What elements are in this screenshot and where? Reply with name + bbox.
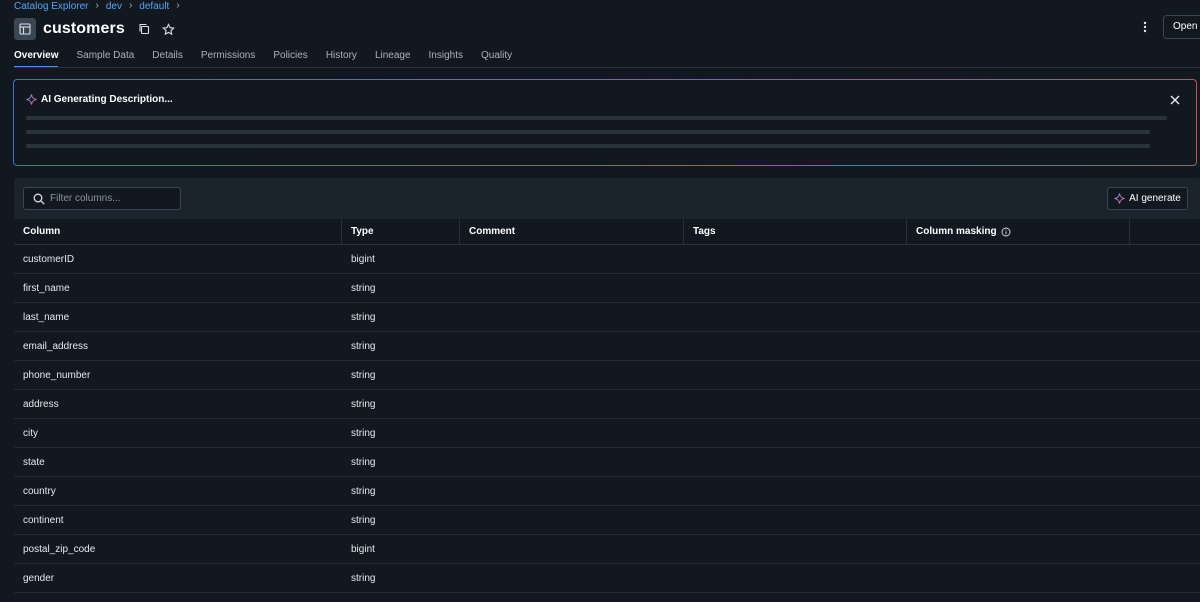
loading-skeleton-line	[26, 130, 1150, 134]
column-type-cell: string	[351, 282, 376, 294]
column-type-cell: bigint	[351, 543, 375, 555]
page-title: customers	[43, 20, 125, 37]
column-type-cell: bigint	[351, 253, 375, 265]
column-name-cell: city	[23, 427, 38, 439]
table-row[interactable]: city string	[14, 419, 1200, 448]
column-name-cell: country	[23, 485, 56, 497]
tab-sample-data[interactable]: Sample Data	[76, 50, 134, 67]
tab-policies[interactable]: Policies	[273, 50, 307, 67]
header-column[interactable]: Column	[14, 218, 342, 245]
ai-generate-label: AI generate	[1129, 193, 1181, 204]
column-type-cell: string	[351, 456, 376, 468]
table-icon	[14, 18, 36, 40]
table-row[interactable]: phone_number string	[14, 361, 1200, 390]
ai-banner-title: AI Generating Description...	[26, 94, 173, 105]
table-row[interactable]: state string	[14, 448, 1200, 477]
header-comment[interactable]: Comment	[460, 218, 684, 245]
column-name-cell: state	[23, 456, 45, 468]
column-name-cell: customerID	[23, 253, 75, 265]
table-header-row: Column Type Comment Tags Column masking	[14, 218, 1200, 245]
tab-lineage[interactable]: Lineage	[375, 50, 411, 67]
tab-permissions[interactable]: Permissions	[201, 50, 255, 67]
breadcrumb-catalog-explorer[interactable]: Catalog Explorer	[14, 1, 88, 12]
column-name-cell: continent	[23, 514, 64, 526]
page: Catalog Explorer › dev › default › custo…	[0, 0, 1200, 602]
ai-description-banner: AI Generating Description...	[13, 79, 1197, 166]
chevron-right-icon: ›	[176, 0, 180, 11]
table-row[interactable]: country string	[14, 477, 1200, 506]
tab-quality[interactable]: Quality	[481, 50, 512, 67]
column-name-cell: last_name	[23, 311, 70, 323]
chevron-right-icon: ›	[95, 0, 99, 11]
column-name-cell: gender	[23, 572, 55, 584]
column-type-cell: string	[351, 340, 376, 352]
sparkle-icon	[1114, 193, 1125, 204]
column-type-cell: string	[351, 369, 376, 381]
table-row[interactable]: continent string	[14, 506, 1200, 535]
header-type[interactable]: Type	[342, 218, 460, 245]
columns-table: AI generate Column Type Comment Tags Col…	[14, 178, 1200, 602]
ai-banner-title-text: AI Generating Description...	[41, 94, 173, 105]
column-name-cell: phone_number	[23, 369, 91, 381]
column-type-cell: string	[351, 398, 376, 410]
breadcrumb-default[interactable]: default	[139, 1, 169, 12]
table-row[interactable]: postal_zip_code bigint	[14, 535, 1200, 564]
column-type-cell: string	[351, 572, 376, 584]
tab-overview[interactable]: Overview	[14, 50, 59, 68]
copy-icon[interactable]	[135, 20, 153, 38]
chevron-right-icon: ›	[128, 0, 133, 11]
star-icon[interactable]	[160, 20, 178, 38]
table-body: customerID bigint first_name string last_nam…	[14, 245, 1200, 593]
column-name-cell: email_address	[23, 340, 89, 352]
tab-insights[interactable]: Insights	[429, 50, 463, 67]
loading-skeleton-line	[26, 116, 1167, 120]
tab-divider	[14, 67, 1200, 68]
filter-columns-input[interactable]	[50, 193, 170, 204]
column-name-cell: postal_zip_code	[23, 543, 96, 555]
column-type-cell: string	[351, 311, 376, 323]
sparkle-icon	[26, 94, 37, 105]
table-row[interactable]: email_address string	[14, 332, 1200, 361]
open-in-button[interactable]: Open in	[1163, 15, 1200, 39]
close-icon[interactable]	[1168, 93, 1182, 107]
header-column-masking[interactable]: Column masking	[907, 218, 1130, 245]
filter-columns-field[interactable]	[23, 187, 181, 210]
breadcrumb: Catalog Explorer › dev › default ›	[14, 0, 187, 12]
loading-skeleton-line	[26, 144, 1150, 148]
page-header: customers	[14, 17, 178, 41]
table-row[interactable]: address string	[14, 390, 1200, 419]
table-row[interactable]: gender string	[14, 564, 1200, 593]
kebab-menu-icon[interactable]	[1137, 18, 1153, 36]
column-type-cell: string	[351, 514, 376, 526]
search-icon	[33, 193, 45, 205]
table-row[interactable]: first_name string	[14, 274, 1200, 303]
column-type-cell: string	[351, 427, 376, 439]
table-row[interactable]: customerID bigint	[14, 245, 1200, 274]
header-tags[interactable]: Tags	[684, 218, 907, 245]
tab-bar: Overview Sample Data Details Permissions…	[14, 50, 530, 68]
column-name-cell: first_name	[23, 282, 70, 294]
header-column-masking-label: Column masking	[916, 226, 997, 237]
header-spacer	[1130, 219, 1200, 245]
tab-history[interactable]: History	[326, 50, 357, 67]
table-row[interactable]: last_name string	[14, 303, 1200, 332]
column-name-cell: address	[23, 398, 59, 410]
breadcrumb-dev[interactable]: dev	[106, 1, 122, 12]
ai-generate-button[interactable]: AI generate	[1107, 187, 1188, 210]
table-toolbar: AI generate	[14, 178, 1200, 219]
info-icon[interactable]	[1001, 227, 1011, 237]
column-type-cell: string	[351, 485, 376, 497]
tab-details[interactable]: Details	[152, 50, 183, 67]
